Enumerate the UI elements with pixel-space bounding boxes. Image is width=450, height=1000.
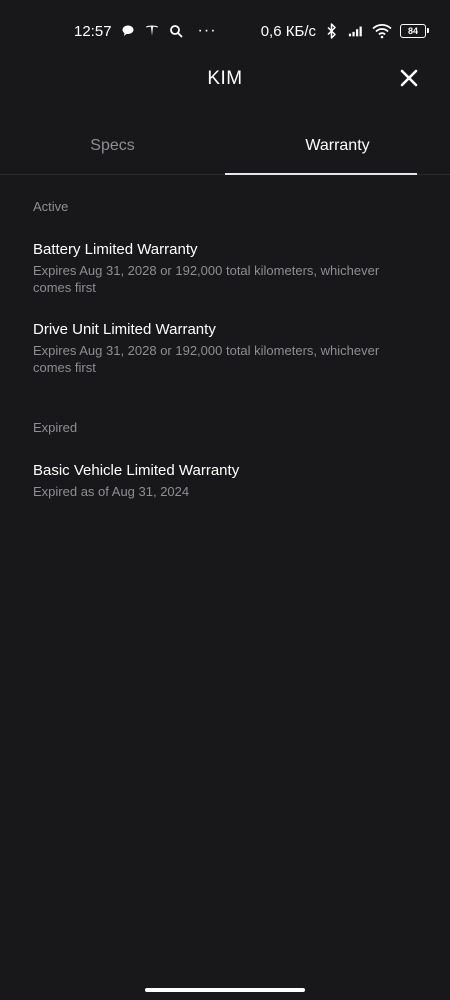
status-bar-right: 0,6 КБ/с 84 [260, 22, 429, 40]
warranty-list: Active Battery Limited Warranty Expires … [0, 190, 450, 500]
bluetooth-icon [324, 23, 340, 39]
warranty-title: Basic Vehicle Limited Warranty [33, 462, 240, 479]
tab-warranty[interactable]: Warranty [225, 118, 450, 175]
warranty-item-drive-unit: Drive Unit Limited Warranty Expires Aug … [33, 320, 417, 376]
network-speed: 0,6 КБ/с [260, 22, 316, 40]
more-notifications-icon: ··· [197, 22, 217, 39]
status-bar-left: 12:57 ··· [74, 23, 217, 40]
header: KIM [0, 55, 450, 103]
status-time: 12:57 [74, 22, 112, 40]
wifi-icon [372, 23, 392, 39]
page-title: KIM [207, 68, 243, 89]
status-bar: 12:57 ··· 0,6 КБ/с 84 [0, 0, 450, 62]
signal-icon [348, 23, 364, 39]
warranty-detail: Expired as of Aug 31, 2024 [33, 484, 190, 499]
home-indicator[interactable] [145, 988, 305, 992]
close-button[interactable] [398, 67, 420, 89]
section-label-active: Active [33, 199, 69, 214]
search-icon [168, 23, 184, 39]
tab-specs[interactable]: Specs [0, 118, 225, 174]
close-icon [400, 69, 418, 87]
warranty-title: Battery Limited Warranty [33, 241, 198, 258]
warranty-detail: Expires Aug 31, 2028 or 192,000 total ki… [33, 343, 380, 375]
warranty-screen: 12:57 ··· 0,6 КБ/с 84 KIM Specs Warranty… [0, 0, 450, 1000]
tesla-logo-icon [144, 23, 160, 39]
tab-bar: Specs Warranty [0, 118, 450, 175]
section-label-expired: Expired [33, 420, 78, 435]
warranty-title: Drive Unit Limited Warranty [33, 321, 216, 338]
chat-bubble-icon [120, 23, 136, 39]
battery-icon: 84 [400, 24, 429, 38]
warranty-detail: Expires Aug 31, 2028 or 192,000 total ki… [33, 263, 380, 295]
warranty-item-basic-vehicle: Basic Vehicle Limited Warranty Expired a… [33, 461, 417, 500]
warranty-item-battery: Battery Limited Warranty Expires Aug 31,… [33, 240, 417, 296]
